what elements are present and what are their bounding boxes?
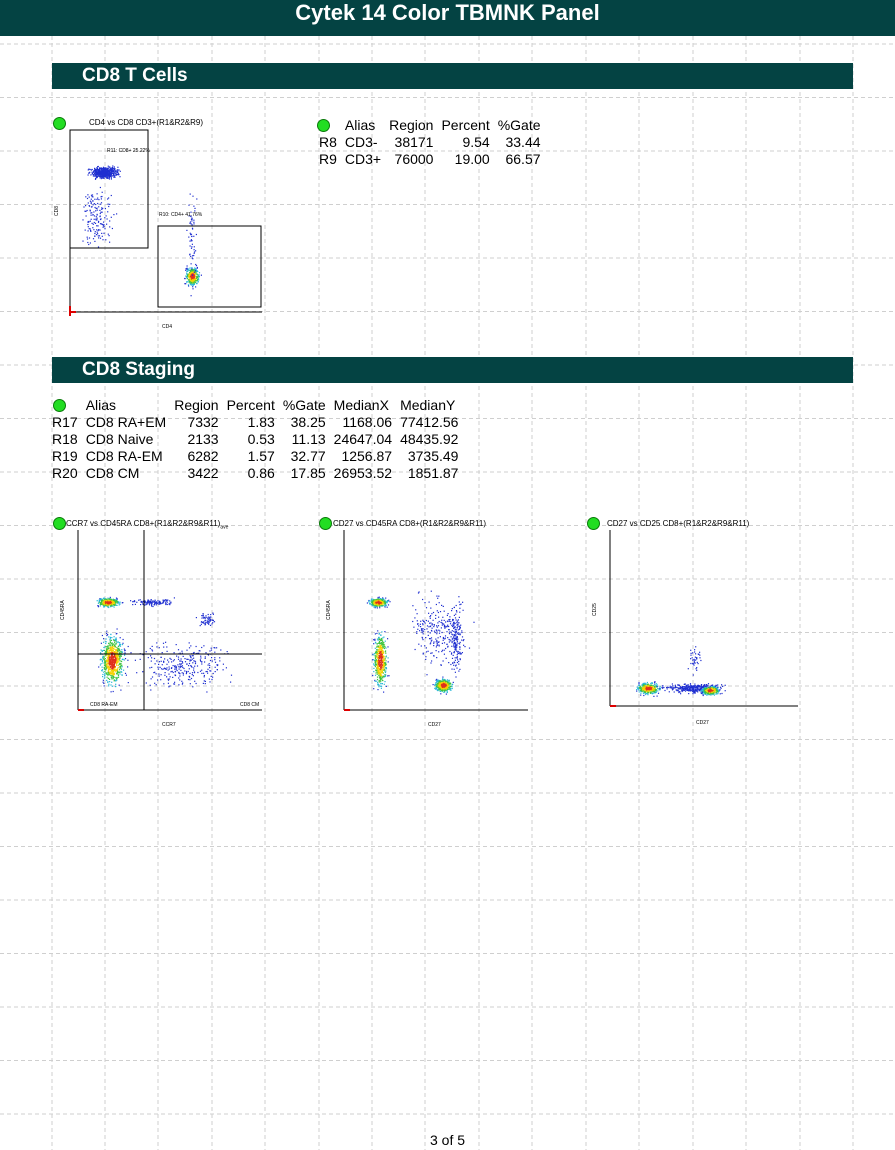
table-cell: 19.00 [454,151,490,167]
dot-plot-cd4-cd8[interactable]: R11: CD8+ 25.22% R10: CD4+ 41.76% CD4 CD… [52,126,274,336]
column-header: Percent [226,397,275,413]
table-cell: 0.86 [247,465,275,481]
column-header: Region [389,117,434,133]
column-header: MedianY [400,397,456,413]
column-header: %Gate [497,117,541,133]
column-header: MedianX [333,397,389,413]
stats-table-cd8-t-cells: Alias Region Percent %Gate R8 CD3- 38171 9.54 3… [315,117,545,168]
table-cell: CD8 RA-EM [85,448,163,464]
table-cell: 3735.49 [407,448,459,464]
table-cell: 9.54 [462,134,490,150]
table-cell: 38.25 [290,414,326,430]
table-cell: R8 [319,134,337,150]
table-cell: R17 [52,414,78,430]
column-header: %Gate [282,397,326,413]
table-cell: 1.83 [247,414,275,430]
table-cell: 6282 [187,448,219,464]
report-title: Cytek 14 Color TBMNK Panel [0,0,895,36]
x-axis-label: CD4 [162,324,172,330]
gate-r10[interactable] [157,225,262,308]
page-number: 3 of 5 [429,1132,466,1148]
table-row[interactable]: R18 CD8 Naive 2133 0.53 11.13 24647.04 48435.9… [48,431,462,448]
dot-plot-cd27-cd45ra[interactable]: CD27 CD45RA [318,530,540,730]
column-header: Alias [344,117,376,133]
table-cell: 7332 [187,414,219,430]
table-cell: CD8 Naive [85,431,154,447]
column-header: Region [174,397,219,413]
table-row[interactable]: R17 CD8 RA+EM 7332 1.83 38.25 1168.06 77412.56 [48,414,462,431]
table-cell: R20 [52,465,78,481]
plot-title-cd27-cd45ra: CD27 vs CD45RA CD8+(R1&R2&R9&R11) [333,519,487,528]
table-cell: CD3- [344,134,378,150]
table-row[interactable]: R19 CD8 RA-EM 6282 1.57 32.77 1256.87 3735.49 [48,448,462,465]
table-cell: 3422 [187,465,219,481]
table-cell: 66.57 [505,151,541,167]
table-cell: 77412.56 [400,414,459,430]
table-cell: CD8 RA+EM [85,414,167,430]
table-cell: CD3+ [344,151,382,167]
table-cell: 1.57 [247,448,275,464]
table-row[interactable]: R20 CD8 CM 3422 0.86 17.85 26953.52 1851.87 [48,465,462,482]
column-header [48,397,82,414]
dot-plot-cd27-cd25[interactable]: CD27 CD25 [584,530,806,730]
table-cell: R18 [52,431,78,447]
table-cell: 1256.87 [341,448,393,464]
table-cell: 0.53 [247,431,275,447]
table-cell: 32.77 [290,448,326,464]
table-cell: 2133 [187,431,219,447]
table-cell: CD8 CM [85,465,140,481]
table-cell: 38171 [394,134,434,150]
table-cell: 76000 [394,151,434,167]
y-axis-label: CD45RA [60,600,66,620]
table-cell: 33.44 [505,134,541,150]
gate-label-r10: R10: CD4+ 41.76% [159,212,203,218]
x-axis-label: CCR7 [162,722,176,728]
section-header-cd8-t-cells: CD8 T Cells [52,63,853,89]
table-cell: 17.85 [290,465,326,481]
plot-marker-icon[interactable] [53,517,66,530]
y-axis-label: CD8 [54,206,60,216]
table-cell: R9 [319,151,337,167]
column-header: Percent [441,117,490,133]
table-cell: 48435.92 [400,431,459,447]
table-cell: 11.13 [291,431,326,447]
stats-table-cd8-staging: Alias Region Percent %Gate MedianX MedianY R1… [48,397,462,482]
y-axis-label: CD45RA [326,600,332,620]
table-cell: 26953.52 [333,465,393,481]
table-row[interactable]: R9 CD3+ 76000 19.00 66.57 [315,151,545,168]
y-axis-label: CD25 [592,603,598,616]
section-header-cd8-staging: CD8 Staging [52,357,853,383]
quadrant-label-lr: CD8 CM [240,702,259,708]
x-axis-label: CD27 [696,720,709,726]
column-header: Alias [85,397,117,413]
column-header [315,117,341,134]
plot-marker-icon[interactable] [319,517,332,530]
dot-plot-ccr7-cd45ra[interactable]: CD8 RA-EM CD8 CM CCR7 CD45RA [52,530,274,730]
plot-marker-icon[interactable] [587,517,600,530]
table-cell: 1168.06 [342,414,393,430]
table-cell: R19 [52,448,78,464]
table-row[interactable]: R8 CD3- 38171 9.54 33.44 [315,134,545,151]
table-cell: 24647.04 [333,431,393,447]
table-cell: 1851.87 [407,465,459,481]
plot-title-cd27-cd25: CD27 vs CD25 CD8+(R1&R2&R9&R11) [607,519,750,528]
gate-label-r11: R11: CD8+ 25.22% [107,148,150,154]
quadrant-label-ll: CD8 RA-EM [90,702,118,708]
x-axis-label: CD27 [428,722,441,728]
